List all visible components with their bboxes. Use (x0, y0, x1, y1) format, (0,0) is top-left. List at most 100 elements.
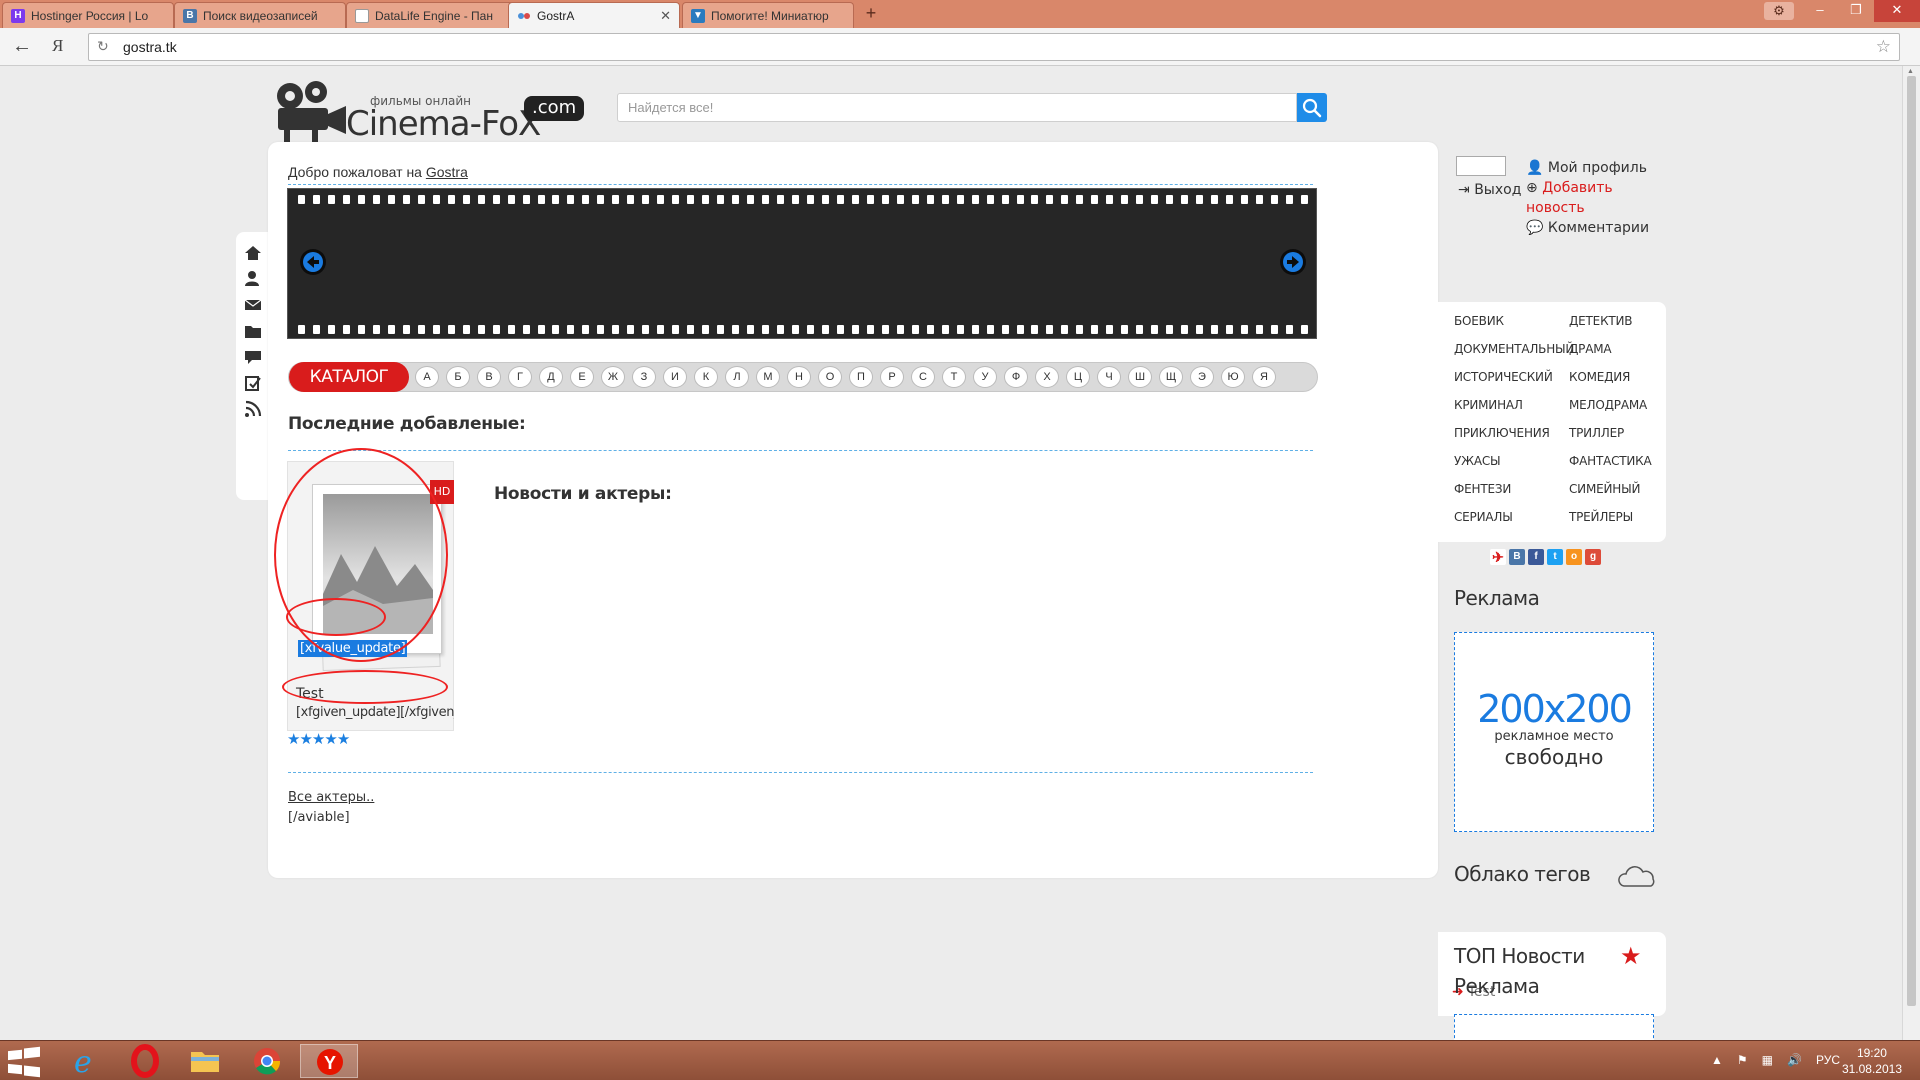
taskbar-chrome[interactable] (238, 1044, 296, 1078)
vk-icon[interactable]: B (1509, 549, 1525, 565)
catalog-letter[interactable]: О (818, 366, 842, 388)
avatar[interactable] (1456, 156, 1506, 176)
catalog-letter[interactable]: Э (1190, 366, 1214, 388)
taskbar-opera[interactable] (116, 1044, 174, 1078)
star-icon[interactable]: ★ (299, 731, 312, 748)
taskbar-yandex[interactable]: Y (300, 1044, 358, 1078)
restore-icon[interactable]: ❐ (1838, 0, 1874, 22)
genre-link[interactable]: БОЕВИК (1454, 314, 1504, 328)
catalog-letter[interactable]: Ю (1221, 366, 1245, 388)
catalog-letter[interactable]: Р (880, 366, 904, 388)
poster[interactable] (306, 480, 442, 672)
url-text[interactable]: gostra.tk (123, 39, 177, 55)
genre-link[interactable]: УЖАСЫ (1454, 454, 1501, 468)
catalog-letter[interactable]: Щ (1159, 366, 1183, 388)
mail-icon[interactable] (244, 296, 262, 314)
catalog-letter[interactable]: Ф (1004, 366, 1028, 388)
google-plus-icon[interactable]: g (1585, 549, 1601, 565)
rss-icon[interactable] (244, 400, 262, 418)
welcome-link[interactable]: Gostra (426, 164, 468, 180)
genre-link[interactable]: ИСТОРИЧЕСКИЙ (1454, 370, 1553, 384)
genre-link[interactable]: ПРИКЛЮЧЕНИЯ (1454, 426, 1550, 440)
genre-link[interactable]: ДОКУМЕНТАЛЬНЫЙ (1454, 342, 1574, 356)
genre-link[interactable]: ФАНТАСТИКА (1569, 454, 1652, 468)
star-icon[interactable]: ★ (337, 731, 350, 748)
search-button[interactable] (1297, 93, 1327, 122)
scroll-up-icon[interactable]: ▲ (1907, 68, 1914, 75)
genre-link[interactable]: СИМЕЙНЫЙ (1569, 482, 1640, 496)
star-icon[interactable]: ★ (324, 731, 337, 748)
new-tab-button[interactable]: + (860, 4, 882, 24)
catalog-letter[interactable]: Н (787, 366, 811, 388)
volume-icon[interactable]: 🔊 (1787, 1053, 1802, 1067)
catalog-letter[interactable]: Г (508, 366, 532, 388)
edit-icon[interactable] (244, 374, 262, 392)
stumble-icon[interactable]: ✈ (1490, 549, 1506, 565)
star-icon[interactable]: ★ (312, 731, 325, 748)
vertical-scrollbar[interactable]: ▲ (1902, 66, 1920, 1040)
catalog-letter[interactable]: З (632, 366, 656, 388)
all-actors-link[interactable]: Все актеры.. (288, 790, 374, 805)
catalog-letter[interactable]: Я (1252, 366, 1276, 388)
tab-hostinger[interactable]: H Hostinger Россия | Lo (2, 2, 174, 28)
settings-icon[interactable]: ⚙ (1764, 2, 1794, 20)
catalog-letter[interactable]: П (849, 366, 873, 388)
tray-up-arrow-icon[interactable]: ▲ (1711, 1053, 1723, 1067)
genre-link[interactable]: КОМЕДИЯ (1569, 370, 1630, 384)
taskbar-ie[interactable]: e (56, 1044, 114, 1080)
movie-title[interactable]: Test (296, 686, 324, 702)
catalog-letter[interactable]: Ц (1066, 366, 1090, 388)
genre-link[interactable]: МЕЛОДРАМА (1569, 398, 1647, 412)
slider-prev-button[interactable] (300, 249, 326, 275)
catalog-letter[interactable]: Д (539, 366, 563, 388)
bookmark-star-icon[interactable]: ☆ (1876, 37, 1891, 57)
catalog-letter[interactable]: И (663, 366, 687, 388)
twitter-icon[interactable]: t (1547, 549, 1563, 565)
language-indicator[interactable]: РУС (1816, 1053, 1840, 1067)
logout-link[interactable]: ⇥ Выход (1458, 182, 1521, 198)
folder-icon[interactable] (244, 322, 262, 340)
tab-help[interactable]: ▼ Помогите! Миниатюр (682, 2, 854, 28)
catalog-letter[interactable]: Б (446, 366, 470, 388)
movie-card[interactable]: HD [xfvalue_update] Test [xfgiven_update… (287, 461, 454, 731)
add-news-link[interactable]: ⊕ Добавить новость (1526, 178, 1668, 218)
user-icon[interactable] (244, 270, 262, 288)
genre-link[interactable]: СЕРИАЛЫ (1454, 510, 1513, 524)
tab-vk-video[interactable]: B Поиск видеозаписей (174, 2, 346, 28)
site-logo[interactable]: фильмы онлайн Cinema-FoX .com (270, 74, 585, 144)
tab-gostra[interactable]: GostrA ✕ (508, 2, 680, 28)
clock[interactable]: 19:20 31.08.2013 (1842, 1045, 1902, 1077)
network-icon[interactable]: ▦ (1762, 1053, 1773, 1067)
ad-placeholder[interactable]: 200x200 рекламное место свободно (1454, 632, 1654, 832)
genre-link[interactable]: КРИМИНАЛ (1454, 398, 1523, 412)
profile-link[interactable]: 👤 Мой профиль (1526, 158, 1668, 178)
catalog-letter[interactable]: У (973, 366, 997, 388)
star-icon[interactable]: ★ (287, 731, 300, 748)
close-tab-icon[interactable]: ✕ (660, 8, 671, 24)
catalog-letter[interactable]: Ж (601, 366, 625, 388)
ad2-placeholder[interactable] (1454, 1014, 1654, 1040)
address-bar[interactable]: ↻ gostra.tk ☆ (88, 33, 1900, 61)
catalog-letter[interactable]: Х (1035, 366, 1059, 388)
genre-link[interactable]: ТРЕЙЛЕРЫ (1569, 510, 1633, 524)
back-arrow-icon[interactable]: ← (12, 36, 32, 56)
catalog-letter[interactable]: Ч (1097, 366, 1121, 388)
catalog-letter[interactable]: А (415, 366, 439, 388)
yandex-home-button[interactable]: Я (52, 36, 63, 56)
flag-icon[interactable]: ⚑ (1737, 1053, 1748, 1067)
catalog-letter[interactable]: В (477, 366, 501, 388)
genre-link[interactable]: ФЕНТЕЗИ (1454, 482, 1511, 496)
rating-stars[interactable]: ★★★★★ (287, 730, 350, 748)
start-button[interactable] (0, 1044, 48, 1078)
genre-link[interactable]: ДРАМА (1569, 342, 1612, 356)
tab-datalife[interactable]: DataLife Engine - Пан (346, 2, 518, 28)
catalog-letter[interactable]: Т (942, 366, 966, 388)
reload-icon[interactable]: ↻ (97, 38, 109, 55)
facebook-icon[interactable]: f (1528, 549, 1544, 565)
catalog-letter[interactable]: К (694, 366, 718, 388)
scroll-thumb[interactable] (1907, 76, 1916, 1006)
catalog-letter[interactable]: М (756, 366, 780, 388)
catalog-label[interactable]: КАТАЛОГ (289, 362, 409, 392)
comment-icon[interactable] (244, 348, 262, 366)
catalog-letter[interactable]: Е (570, 366, 594, 388)
